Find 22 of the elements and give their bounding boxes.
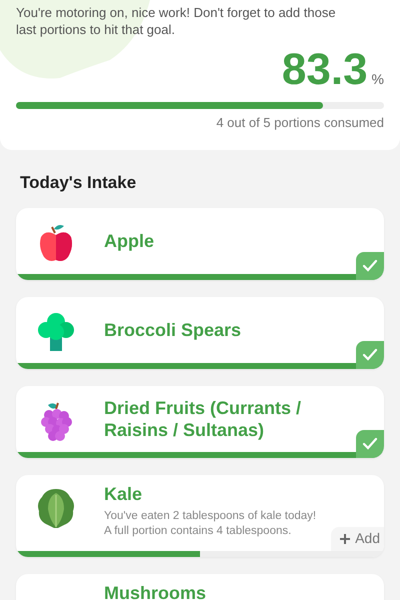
food-name: Apple [104, 230, 154, 252]
food-name: Kale [104, 482, 144, 504]
percent-sign: % [372, 70, 384, 89]
food-card[interactable]: Broccoli Spears [16, 296, 384, 368]
food-card[interactable]: Apple [16, 208, 384, 280]
summary-message: You're motoring on, nice work! Don't forget to add those last portions to hit that goal. [16, 4, 337, 38]
broccoli-icon [36, 312, 76, 352]
lettuce-icon [36, 486, 76, 528]
portions-caption: 4 out of 5 portions consumed [216, 114, 384, 132]
food-name: Dried Fruits (Currants / Raisins / Sultanas) [104, 396, 302, 440]
add-button[interactable]: Add [331, 526, 384, 550]
grapes-icon [40, 400, 72, 440]
apple-icon [38, 222, 74, 262]
food-name: Broccoli Spears [104, 318, 242, 340]
percent-value: 83.3 [282, 46, 368, 94]
section-title: Today's Intake [19, 172, 138, 194]
food-note: You've eaten 2 tablespoons of kale today! A full portion contains 4 tablespoons. [104, 508, 318, 538]
food-card[interactable]: Kale You've eaten 2 tablespoons of kale today! A full portion contains 4 tablespoons. Add [16, 474, 384, 556]
food-name: Mushrooms [104, 582, 206, 600]
food-card[interactable]: Mushrooms [16, 574, 384, 600]
food-card[interactable]: Dried Fruits (Currants / Raisins / Sultanas) [16, 386, 384, 458]
plus-icon [339, 532, 352, 544]
